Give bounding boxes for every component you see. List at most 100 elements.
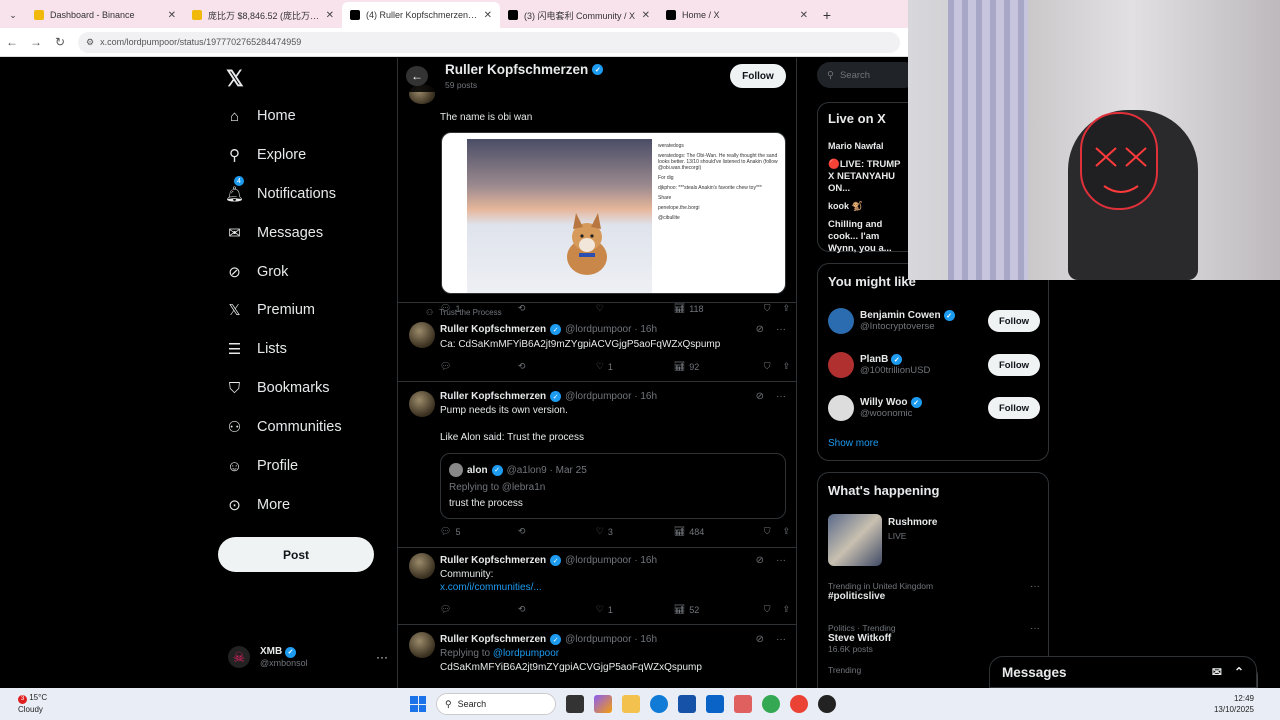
outlook-icon[interactable] (706, 695, 724, 713)
site-info-icon[interactable]: ⚙ (86, 37, 94, 48)
app-icon-dark[interactable] (818, 695, 836, 713)
like-button[interactable]: ♡ 1 (596, 604, 674, 615)
tab-close-icon[interactable]: ✕ (484, 10, 492, 21)
more-dots-icon[interactable]: ··· (776, 555, 786, 566)
taskbar-search[interactable]: ⚲ Search (436, 693, 556, 715)
browser-tab[interactable]: Dashboard - Binance ✕ (26, 2, 184, 28)
follow-button[interactable]: Follow (988, 397, 1040, 419)
more-dots-icon[interactable]: ··· (1030, 581, 1040, 592)
x-logo-icon[interactable]: 𝕏 (226, 66, 244, 92)
live-host[interactable]: kook 🐒 (828, 201, 863, 212)
browser-tab[interactable]: (4) Ruller Kopfschmerzen on X: ✕ (342, 2, 500, 28)
search-input[interactable]: ⚲ Search (817, 62, 917, 88)
tweet-media-image[interactable]: weratedogs weratedogs: The Obi-Wan. He re… (441, 132, 786, 294)
grok-icon[interactable]: ⊘ (756, 391, 764, 402)
clock[interactable]: 12:49 13/10/2025 (1214, 693, 1254, 715)
sidebar-item-lists[interactable]: ☰ Lists (226, 337, 287, 361)
reply-button[interactable]: 💬︎ 5 (440, 526, 518, 537)
author-name[interactable]: Ruller Kopfschmerzen (440, 634, 546, 645)
tweet[interactable]: Ruller Kopfschmerzen ✓ @lordpumpoor · 16h … (398, 549, 796, 625)
sidebar-item-more[interactable]: ⊙ More (226, 493, 290, 517)
store-icon[interactable] (678, 695, 696, 713)
sidebar-item-communities[interactable]: ⚇ Communities (226, 415, 342, 439)
tweet-avatar[interactable] (409, 553, 435, 579)
messages-drawer[interactable]: Messages ✉ ⌃ (989, 656, 1257, 688)
follow-button[interactable]: Follow (730, 64, 786, 88)
tab-close-icon[interactable]: ✕ (326, 10, 334, 21)
views-button[interactable]: 📊︎ 92 (674, 361, 752, 372)
browser-tab[interactable]: Home / X ✕ (658, 2, 816, 28)
share-icon[interactable]: ⇪ (782, 361, 790, 372)
live-host[interactable]: Mario Nawfal (828, 141, 884, 151)
file-explorer-icon[interactable] (622, 695, 640, 713)
sidebar-item-explore[interactable]: ⚲ Explore (226, 143, 306, 167)
share-icon[interactable]: ⇪ (782, 604, 790, 615)
more-dots-icon[interactable]: ··· (776, 324, 786, 335)
grok-icon[interactable]: ⊘ (756, 634, 764, 645)
sidebar-item-notifications[interactable]: 🔔︎ 4 Notifications (225, 176, 336, 206)
suggested-account[interactable]: Benjamin Cowen ✓ @Intocryptoverse Follow (828, 306, 1040, 336)
reload-icon[interactable]: ↻ (48, 35, 72, 49)
like-button[interactable]: ♡ 1 (596, 361, 674, 372)
quoted-tweet[interactable]: alon ✓ @a1lon9 · Mar 25 Replying to @lebra… (440, 453, 786, 519)
sidebar-item-messages[interactable]: ✉ Messages (226, 221, 323, 245)
more-dots-icon[interactable]: ··· (1030, 623, 1040, 634)
more-dots-icon[interactable]: ··· (376, 650, 388, 664)
grok-icon[interactable]: ⊘ (756, 324, 764, 335)
more-dots-icon[interactable]: ··· (776, 391, 786, 402)
back-icon[interactable]: ← (0, 35, 24, 49)
sidebar-item-profile[interactable]: ☺ Profile (226, 454, 298, 478)
bookmark-icon[interactable]: ⛉ (764, 361, 771, 372)
new-tab-button[interactable]: + (816, 2, 838, 28)
tweet[interactable]: ⚇ Trust the Process Ruller Kopfschmerzen ✓… (398, 304, 796, 382)
back-arrow-icon[interactable]: ← (406, 66, 428, 86)
url-field[interactable]: ⚙ x.com/lordpumpoor/status/1977702765284… (78, 31, 900, 53)
live-text[interactable]: 🔴LIVE: TRUMP X NETANYAHU ON... (828, 159, 908, 195)
tab-close-icon[interactable]: ✕ (800, 10, 808, 21)
grok-icon[interactable]: ⊘ (756, 555, 764, 566)
edge-icon[interactable] (650, 695, 668, 713)
repost-button[interactable]: ⟲ (518, 361, 596, 372)
tweet-avatar[interactable] (409, 391, 435, 417)
forward-icon[interactable]: → (24, 35, 48, 49)
sidebar-item-bookmarks[interactable]: ⛉ Bookmarks (226, 376, 330, 400)
chrome-icon[interactable] (762, 695, 780, 713)
follow-button[interactable]: Follow (988, 354, 1040, 376)
tab-close-icon[interactable]: ✕ (168, 10, 176, 21)
new-message-icon[interactable]: ✉ (1212, 665, 1222, 679)
reply-button[interactable]: 💬︎ (440, 604, 518, 615)
sidebar-item-grok[interactable]: ⊘ Grok (226, 260, 288, 284)
task-view-icon[interactable] (566, 695, 584, 713)
follow-button[interactable]: Follow (988, 310, 1040, 332)
tweet[interactable]: Ruller Kopfschmerzen ✓ @lordpumpoor · 16h … (398, 626, 796, 688)
browser-tab[interactable]: (3) 闪电套利 Community / X ✕ (500, 2, 658, 28)
tab-menu-icon[interactable]: ⌄ (0, 2, 26, 28)
author-name[interactable]: Ruller Kopfschmerzen (440, 555, 546, 566)
reply-button[interactable]: 💬︎ (440, 361, 518, 372)
start-icon[interactable] (410, 696, 426, 712)
copilot-icon[interactable] (594, 695, 612, 713)
suggested-account[interactable]: PlanB ✓ @100trillionUSD Follow (828, 350, 1040, 380)
chrome-profile-icon[interactable] (790, 695, 808, 713)
more-dots-icon[interactable]: ··· (776, 634, 786, 645)
avatar[interactable] (828, 352, 854, 378)
account-switcher[interactable]: ☠ XMB ✓ @xmbonsol ··· (228, 642, 388, 672)
trend-item[interactable]: Trending in United Kingdom #politicslive ·… (828, 581, 1040, 602)
tweet[interactable]: Ruller Kopfschmerzen ✓ @lordpumpoor · 16h … (398, 383, 796, 548)
sidebar-item-premium[interactable]: 𝕏 Premium (226, 298, 315, 322)
bookmark-icon[interactable]: ⛉ (764, 604, 771, 615)
share-icon[interactable]: ⇪ (782, 526, 790, 537)
app-icon[interactable] (734, 695, 752, 713)
expand-icon[interactable]: ⌃ (1234, 665, 1244, 679)
event-thumbnail[interactable] (828, 514, 882, 566)
sidebar-item-home[interactable]: ⌂ Home (226, 104, 296, 128)
avatar[interactable] (828, 308, 854, 334)
views-button[interactable]: 📊︎ 52 (674, 604, 752, 615)
tab-close-icon[interactable]: ✕ (642, 10, 650, 21)
community-link[interactable]: x.com/i/communities/... (440, 582, 542, 593)
show-more-link[interactable]: Show more (828, 438, 879, 449)
event-name[interactable]: Rushmore (888, 517, 937, 528)
weather-widget[interactable]: 3 15°C Cloudy (18, 692, 47, 715)
suggested-account[interactable]: Willy Woo ✓ @woonomic Follow (828, 393, 1040, 423)
author-name[interactable]: Ruller Kopfschmerzen (440, 391, 546, 402)
